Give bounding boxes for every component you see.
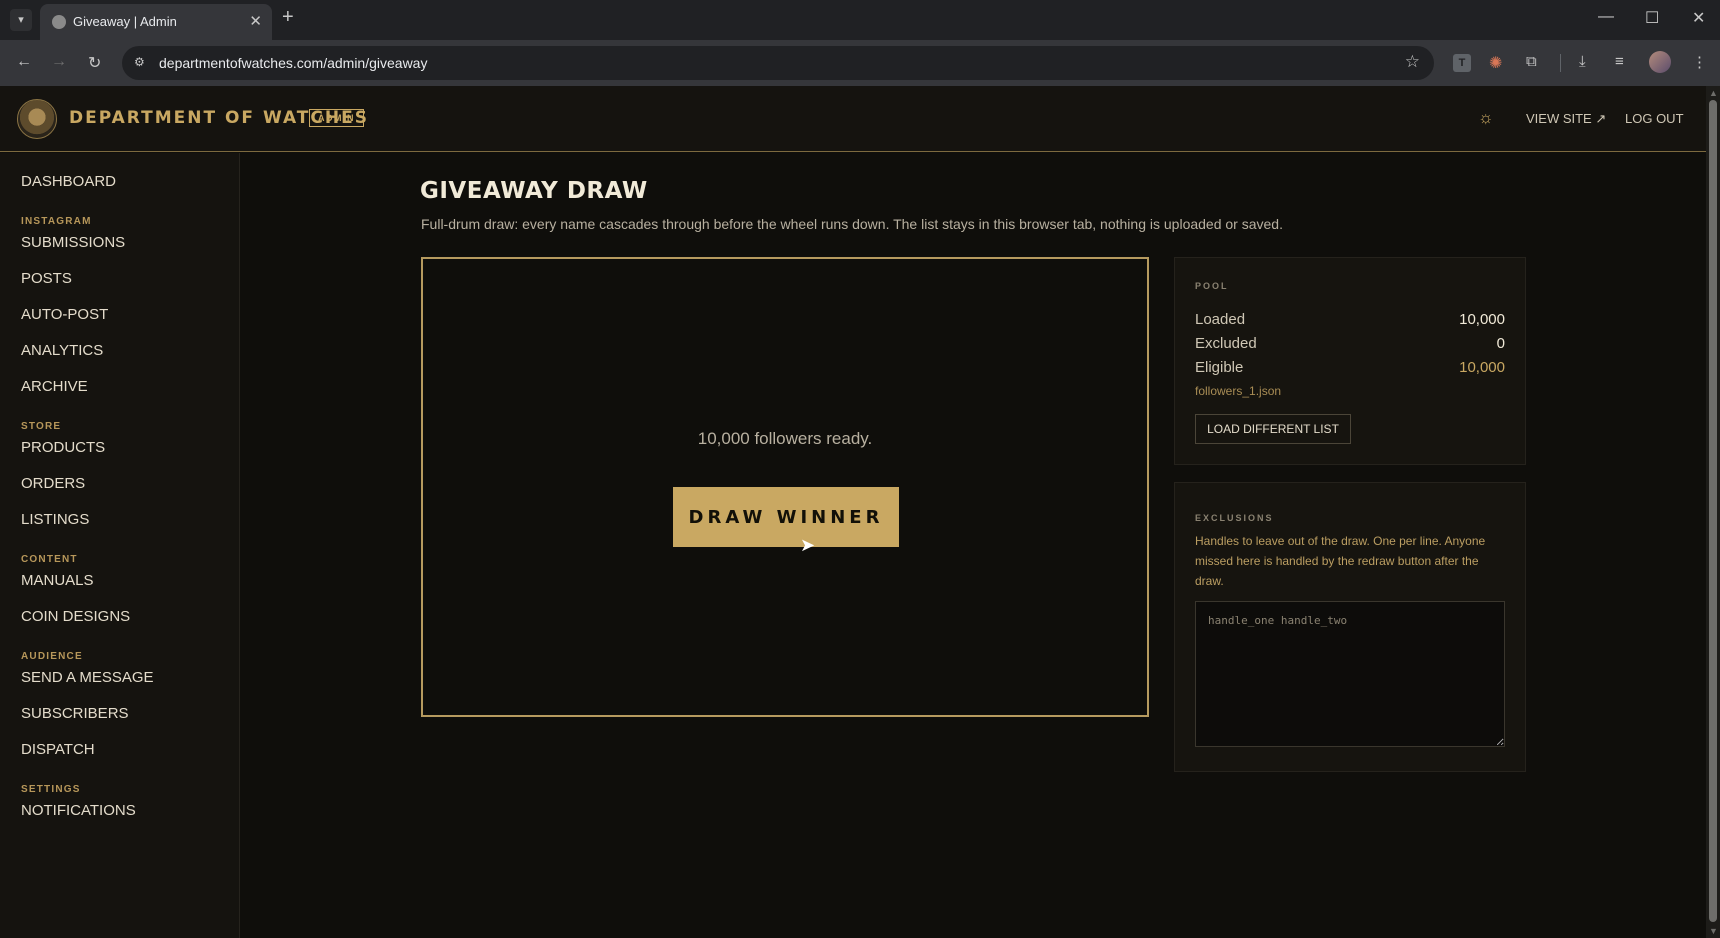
- minimize-icon[interactable]: —: [1598, 8, 1614, 26]
- browser-menu-icon[interactable]: ⋮: [1692, 53, 1707, 71]
- tab-title: Giveaway | Admin: [73, 14, 177, 29]
- admin-badge: ADMIN: [309, 109, 364, 127]
- sidebar-item-orders[interactable]: ORDERS: [21, 475, 85, 492]
- sidebar-item-auto-post[interactable]: AUTO-POST: [21, 306, 108, 323]
- pool-card: POOL Loaded 10,000 Excluded 0 Eligible 1…: [1174, 257, 1526, 465]
- exclusions-help-text: Handles to leave out of the draw. One pe…: [1195, 534, 1486, 588]
- page: DEPARTMENT OF WATCHES ADMIN ☼ VIEW SITE …: [0, 86, 1706, 938]
- scroll-up-icon[interactable]: ▲: [1709, 88, 1718, 98]
- browser-tab[interactable]: Giveaway | Admin ✕: [40, 4, 272, 40]
- site-header: DEPARTMENT OF WATCHES ADMIN ☼ VIEW SITE …: [0, 86, 1706, 152]
- extension-claude-icon[interactable]: ✺: [1489, 53, 1502, 73]
- view-site-link[interactable]: VIEW SITE ↗: [1526, 111, 1606, 127]
- sidebar-item-notifications[interactable]: NOTIFICATIONS: [21, 802, 136, 819]
- exclusions-card: EXCLUSIONS Handles to leave out of the d…: [1174, 482, 1526, 772]
- toolbar-divider: [1560, 54, 1561, 72]
- draw-winner-button[interactable]: DRAW WINNER: [673, 487, 899, 547]
- pool-label: POOL: [1195, 281, 1229, 291]
- extensions-puzzle-icon[interactable]: ⧉: [1526, 53, 1537, 70]
- sidebar-section-audience: AUDIENCE: [21, 651, 83, 662]
- sidebar-item-listings[interactable]: LISTINGS: [21, 511, 89, 528]
- extension-t-icon[interactable]: T: [1453, 54, 1471, 72]
- loaded-file-name: followers_1.json: [1195, 384, 1282, 398]
- sidebar-section-settings: SETTINGS: [21, 784, 81, 795]
- download-icon[interactable]: ⤓: [1579, 53, 1586, 70]
- reload-icon[interactable]: ↻: [88, 53, 101, 73]
- brand-logo[interactable]: [17, 99, 57, 139]
- sidebar-item-analytics[interactable]: ANALYTICS: [21, 342, 103, 359]
- sidebar-item-products[interactable]: PRODUCTS: [21, 439, 105, 456]
- page-title: GIVEAWAY DRAW: [420, 178, 648, 204]
- log-out-link[interactable]: LOG OUT: [1625, 111, 1684, 126]
- browser-toolbar: ← → ↻ ⚙ departmentofwatches.com/admin/gi…: [0, 40, 1720, 86]
- sidebar: DASHBOARD INSTAGRAM SUBMISSIONS POSTS AU…: [0, 153, 240, 938]
- load-different-list-button[interactable]: LOAD DIFFERENT LIST: [1195, 414, 1351, 444]
- tab-close-icon[interactable]: ✕: [249, 12, 262, 30]
- forward-icon[interactable]: →: [51, 53, 67, 71]
- address-bar[interactable]: ⚙ departmentofwatches.com/admin/giveaway…: [122, 46, 1434, 80]
- scroll-down-icon[interactable]: ▼: [1709, 926, 1718, 936]
- bookmark-star-icon[interactable]: ☆: [1405, 52, 1420, 72]
- loaded-label: Loaded: [1195, 311, 1246, 328]
- sidebar-item-submissions[interactable]: SUBMISSIONS: [21, 234, 125, 251]
- sidebar-item-manuals[interactable]: MANUALS: [21, 572, 94, 589]
- tab-favicon-icon: [52, 15, 66, 29]
- maximize-icon[interactable]: ☐: [1645, 8, 1659, 28]
- excluded-value: 0: [1496, 335, 1505, 352]
- sidebar-section-store: STORE: [21, 421, 62, 432]
- sidebar-item-dashboard[interactable]: DASHBOARD: [21, 173, 116, 190]
- mouse-cursor-icon: ➤: [800, 535, 816, 555]
- eligible-value: 10,000: [1459, 359, 1505, 376]
- url-text[interactable]: departmentofwatches.com/admin/giveaway: [159, 55, 427, 71]
- theme-toggle-sun-icon[interactable]: ☼: [1478, 108, 1494, 128]
- exclusions-label: EXCLUSIONS: [1195, 513, 1274, 523]
- draw-stage: 10,000 followers ready. DRAW WINNER: [421, 257, 1149, 717]
- followers-ready-text: 10,000 followers ready.: [697, 429, 873, 448]
- page-scrollbar[interactable]: ▲ ▼: [1706, 86, 1720, 938]
- sidebar-item-posts[interactable]: POSTS: [21, 270, 72, 287]
- page-subtitle: Full-drum draw: every name cascades thro…: [421, 216, 1283, 232]
- site-info-icon[interactable]: ⚙: [134, 55, 145, 69]
- back-icon[interactable]: ←: [16, 53, 32, 71]
- sidebar-item-archive[interactable]: ARCHIVE: [21, 378, 88, 395]
- sidebar-section-content: CONTENT: [21, 554, 78, 565]
- window-close-icon[interactable]: ✕: [1692, 8, 1705, 28]
- browser-tab-bar: ▾ Giveaway | Admin ✕ + — ☐ ✕: [0, 0, 1720, 40]
- sidebar-item-coin-designs[interactable]: COIN DESIGNS: [21, 608, 130, 625]
- sidebar-item-send-a-message[interactable]: SEND A MESSAGE: [21, 669, 154, 686]
- excluded-label: Excluded: [1195, 335, 1257, 352]
- media-queue-icon[interactable]: ≡: [1615, 53, 1624, 70]
- sidebar-item-subscribers[interactable]: SUBSCRIBERS: [21, 705, 129, 722]
- loaded-value: 10,000: [1459, 311, 1505, 328]
- sidebar-item-dispatch[interactable]: DISPATCH: [21, 741, 95, 758]
- tab-search-icon[interactable]: ▾: [10, 9, 32, 31]
- scrollbar-thumb[interactable]: [1709, 100, 1717, 922]
- new-tab-icon[interactable]: +: [282, 6, 294, 29]
- profile-avatar[interactable]: [1649, 51, 1671, 73]
- eligible-label: Eligible: [1195, 359, 1244, 376]
- sidebar-section-instagram: INSTAGRAM: [21, 216, 92, 227]
- exclusions-textarea[interactable]: [1195, 601, 1505, 747]
